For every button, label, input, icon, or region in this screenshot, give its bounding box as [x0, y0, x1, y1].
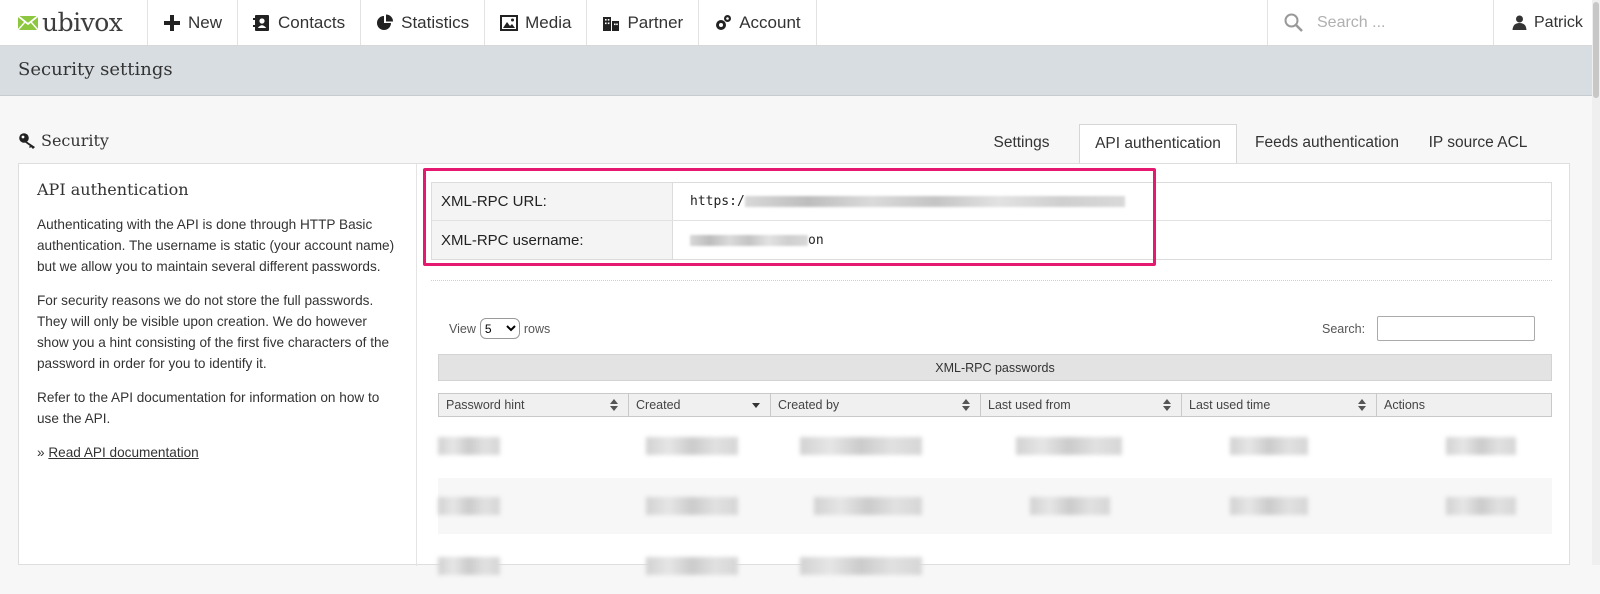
nav-label: Media	[525, 12, 572, 32]
redacted-cell	[646, 557, 738, 575]
column-label: Created by	[778, 398, 840, 412]
column-label: Actions	[1384, 398, 1425, 412]
pie-chart-icon	[377, 14, 394, 30]
redacted-cell	[438, 437, 500, 455]
column-header-password-hint[interactable]: Password hint	[439, 394, 629, 416]
table-row[interactable]	[438, 478, 1552, 534]
redacted-cell	[814, 497, 922, 515]
key-icon	[19, 132, 35, 149]
sidebar-paragraph-2: For security reasons we do not store the…	[37, 293, 390, 371]
api-doc-link-line: » Read API documentation	[37, 442, 398, 463]
page-size-control: View 5 rows	[449, 318, 550, 339]
redacted-cell	[1230, 497, 1308, 515]
table-caption: XML-RPC passwords	[438, 354, 1552, 381]
highlight-box	[423, 168, 1156, 266]
nav-statistics[interactable]: Statistics	[361, 0, 486, 45]
nav-label: Account	[739, 12, 801, 32]
tab-settings[interactable]: Settings	[985, 124, 1058, 164]
brand-name: ubivox	[42, 8, 123, 37]
read-api-documentation-link[interactable]: Read API documentation	[48, 445, 198, 460]
redacted-cell	[438, 497, 500, 515]
column-header-created[interactable]: Created	[629, 394, 771, 416]
sort-both-icon	[962, 399, 970, 411]
nav-label: Contacts	[278, 12, 346, 32]
section-title-text: Security	[41, 131, 109, 150]
image-icon	[500, 14, 519, 31]
column-header-last-used-time[interactable]: Last used time	[1182, 394, 1377, 416]
column-header-last-used-from[interactable]: Last used from	[981, 394, 1182, 416]
address-book-icon	[253, 14, 270, 31]
page-header: Security settings	[0, 46, 1592, 96]
column-label: Created	[636, 398, 681, 412]
table-search-input[interactable]	[1377, 316, 1536, 341]
nav-partner[interactable]: Partner	[587, 0, 700, 45]
redacted-cell	[1446, 437, 1516, 455]
user-icon	[1512, 15, 1527, 30]
redacted-cell	[1230, 437, 1308, 455]
nav-account[interactable]: Account	[699, 0, 817, 45]
nav-contacts[interactable]: Contacts	[238, 0, 362, 45]
sort-both-icon	[1163, 399, 1171, 411]
nav-media[interactable]: Media	[485, 0, 588, 45]
rows-label: rows	[523, 321, 551, 336]
table-header: Password hint Created Created by Last us…	[438, 393, 1552, 417]
sort-both-icon	[1358, 399, 1366, 411]
nav-label: Partner	[627, 12, 684, 32]
nav-label: New	[188, 12, 223, 32]
tab-ip-source-acl[interactable]: IP source ACL	[1418, 124, 1538, 164]
envelope-logo-icon	[18, 15, 38, 30]
redacted-cell	[800, 557, 922, 575]
sidebar-heading: API authentication	[37, 180, 189, 199]
table-row[interactable]	[438, 538, 1552, 594]
tab-label: IP source ACL	[1428, 134, 1528, 151]
redacted-cell	[646, 497, 738, 515]
tab-feeds-authentication[interactable]: Feeds authentication	[1247, 124, 1407, 164]
redacted-cell	[1016, 437, 1122, 455]
table-search-label: Search:	[1322, 321, 1366, 336]
nav-label: Statistics	[401, 12, 470, 32]
scrollbar-thumb[interactable]	[1593, 2, 1599, 98]
link-prefix: »	[37, 445, 49, 460]
page-scrollbar[interactable]	[1592, 0, 1600, 565]
search-icon	[1284, 13, 1303, 32]
user-menu[interactable]: Patrick	[1494, 0, 1600, 45]
redacted-cell	[438, 557, 500, 575]
search-input[interactable]	[1315, 12, 1475, 33]
redacted-cell	[646, 437, 738, 455]
sort-desc-icon	[752, 403, 760, 408]
gears-icon	[716, 14, 732, 30]
tab-api-authentication[interactable]: API authentication	[1079, 124, 1237, 165]
tab-label: Settings	[993, 134, 1050, 151]
tab-label: Feeds authentication	[1255, 134, 1399, 151]
redacted-cell	[1030, 497, 1110, 515]
view-label: View	[449, 321, 476, 336]
redacted-cell	[800, 437, 922, 455]
help-sidebar: API authentication Authenticating with t…	[19, 164, 417, 566]
column-label: Last used time	[1189, 398, 1271, 412]
column-header-created-by[interactable]: Created by	[771, 394, 981, 416]
column-header-actions: Actions	[1377, 394, 1551, 416]
table-body	[438, 418, 1552, 575]
sort-both-icon	[610, 399, 618, 411]
section-title: Security	[18, 131, 109, 150]
user-name: Patrick	[1534, 13, 1583, 31]
global-search[interactable]	[1267, 0, 1494, 45]
tab-label: API authentication	[1095, 135, 1221, 152]
plus-icon	[164, 14, 180, 31]
page-title: Security settings	[18, 59, 173, 80]
building-icon	[603, 16, 620, 31]
sidebar-paragraph-1: Authenticating with the API is done thro…	[37, 217, 395, 274]
page-size-select[interactable]: 5	[479, 318, 520, 339]
column-label: Password hint	[446, 398, 525, 412]
nav-new[interactable]: New	[148, 0, 239, 45]
redacted-cell	[1446, 497, 1516, 515]
table-search: Search:	[1322, 316, 1536, 341]
sidebar-paragraph-3: Refer to the API documentation for infor…	[37, 390, 380, 426]
table-row[interactable]	[438, 418, 1552, 474]
column-label: Last used from	[988, 398, 1071, 412]
brand-logo[interactable]: ubivox	[0, 0, 148, 45]
top-navigation: ubivox New Contacts Statistics Media Par…	[0, 0, 1600, 46]
divider	[431, 280, 1552, 281]
